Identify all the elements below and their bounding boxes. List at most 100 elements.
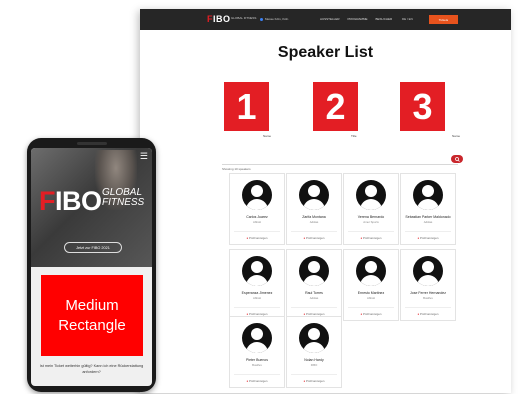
- speaker-company: Amer Sports: [363, 220, 379, 224]
- avatar-body: [360, 199, 382, 210]
- desktop-page: FIBO GLOBAL FITNESS Messe Köln, Köln AUS…: [140, 9, 511, 393]
- avatar-placeholder-icon: [299, 256, 329, 286]
- speaker-profile-link[interactable]: ● Profil anzeigen: [401, 312, 455, 316]
- card-divider: [234, 374, 280, 375]
- hero-cta-button[interactable]: Jetzt zur FIBO 2021: [64, 242, 122, 253]
- speaker-card[interactable]: Carlos Juarez Abbott ● Profil anzeigen: [229, 173, 285, 245]
- avatar-head: [422, 261, 434, 273]
- speaker-name: Verena Bernardo: [357, 215, 385, 219]
- search-button[interactable]: [451, 155, 463, 163]
- location-text: Messe Köln, Köln: [265, 17, 289, 21]
- speaker-profile-link[interactable]: ● Profil anzeigen: [344, 312, 398, 316]
- avatar-head: [422, 185, 434, 197]
- speaker-company: Adidas: [423, 220, 433, 224]
- nav-link-programme[interactable]: PROGRAMME: [348, 17, 368, 21]
- avatar-placeholder-icon: [299, 180, 329, 210]
- speaker-name: Pieter Buenos: [246, 358, 268, 362]
- avatar-body: [417, 275, 439, 286]
- speaker-name: Raul Torres: [305, 291, 323, 295]
- speaker-name: Carlos Juarez: [246, 215, 268, 219]
- avatar-head: [308, 185, 320, 197]
- results-count: Showing 10 speakers: [222, 167, 251, 171]
- avatar-body: [417, 199, 439, 210]
- speaker-card[interactable]: Nolan Hardy FIBO ● Profil anzeigen: [286, 316, 342, 388]
- fibo-logo[interactable]: FIBO: [207, 14, 231, 24]
- phone-logo-tagline: GLOBAL FITNESS: [102, 188, 144, 208]
- profile-link-text: Profil anzeigen: [419, 236, 439, 240]
- card-divider: [348, 231, 394, 232]
- speaker-company: FIBO: [310, 363, 318, 367]
- speaker-profile-link[interactable]: ● Profil anzeigen: [401, 236, 455, 240]
- featured-caption-2: Title: [351, 134, 357, 138]
- avatar-body: [360, 275, 382, 286]
- avatar-head: [251, 261, 263, 273]
- speaker-profile-link[interactable]: ● Profil anzeigen: [287, 236, 341, 240]
- speaker-company: Adidas: [309, 220, 319, 224]
- avatar-placeholder-icon: [413, 180, 443, 210]
- card-divider: [291, 231, 337, 232]
- speaker-card[interactable]: Raul Torres Adidas ● Profil anzeigen: [286, 249, 342, 321]
- speaker-name: Jose Ferrer Hernandez: [410, 291, 446, 295]
- page-title: Speaker List: [277, 44, 374, 61]
- speaker-company: Abbott: [252, 296, 262, 300]
- card-divider: [405, 307, 451, 308]
- speaker-profile-link[interactable]: ● Profil anzeigen: [344, 236, 398, 240]
- profile-link-text: Profil anzeigen: [248, 379, 268, 383]
- top-navigation: FIBO GLOBAL FITNESS Messe Köln, Köln AUS…: [140, 9, 511, 30]
- search-input[interactable]: [222, 159, 458, 165]
- profile-link-text: Profil anzeigen: [305, 379, 325, 383]
- speaker-profile-link[interactable]: ● Profil anzeigen: [230, 379, 284, 383]
- location-link[interactable]: Messe Köln, Köln: [260, 17, 288, 21]
- speaker-name: Nolan Hardy: [304, 358, 324, 362]
- featured-speaker-2[interactable]: 2: [313, 82, 358, 131]
- speaker-profile-link[interactable]: ● Profil anzeigen: [287, 379, 341, 383]
- medium-rectangle-ad[interactable]: Medium Rectangle: [41, 275, 143, 356]
- profile-link-text: Profil anzeigen: [419, 312, 439, 316]
- card-divider: [234, 231, 280, 232]
- avatar-head: [365, 261, 377, 273]
- ticket-button[interactable]: Tickets: [429, 15, 458, 24]
- ad-line-2: Rectangle: [58, 316, 126, 334]
- avatar-head: [365, 185, 377, 197]
- avatar-body: [303, 275, 325, 286]
- card-divider: [348, 307, 394, 308]
- avatar-body: [246, 199, 268, 210]
- profile-link-text: Profil anzeigen: [362, 312, 382, 316]
- avatar-placeholder-icon: [356, 256, 386, 286]
- speaker-name: Ernesto Martinez: [357, 291, 385, 295]
- speaker-company: Abbott: [252, 220, 262, 224]
- avatar-placeholder-icon: [356, 180, 386, 210]
- logo-subtitle: GLOBAL FITNESS: [231, 16, 257, 20]
- card-divider: [291, 307, 337, 308]
- speaker-card[interactable]: Zarifa Montana Adidas ● Profil anzeigen: [286, 173, 342, 245]
- speaker-name: Sebastian Parker Maldonado: [405, 215, 451, 219]
- speaker-profile-link[interactable]: ● Profil anzeigen: [230, 236, 284, 240]
- speaker-company: Bowflex: [252, 363, 262, 367]
- avatar-placeholder-icon: [299, 323, 329, 353]
- speaker-name: Zarifa Montana: [302, 215, 326, 219]
- faq-question[interactable]: Ist mein Ticket weiterhin gültig? Kann i…: [35, 363, 148, 376]
- language-switcher[interactable]: DE / EN: [402, 17, 413, 21]
- nav-link-besucher[interactable]: BESUCHER: [376, 17, 393, 21]
- ad-line-1: Medium: [65, 297, 119, 314]
- featured-speaker-3[interactable]: 3: [400, 82, 445, 131]
- phone-notch: [77, 142, 107, 145]
- nav-link-aussteller[interactable]: AUSSTELLER: [320, 17, 340, 21]
- avatar-placeholder-icon: [242, 180, 272, 210]
- featured-caption-1: Name: [263, 134, 272, 138]
- speaker-card[interactable]: Esperanza Jimenez Abbott ● Profil anzeigen: [229, 249, 285, 321]
- hamburger-menu-icon[interactable]: ☰: [140, 151, 148, 162]
- avatar-head: [251, 185, 263, 197]
- nav-links: AUSSTELLER PROGRAMME BESUCHER: [320, 17, 392, 21]
- profile-link-text: Profil anzeigen: [305, 236, 325, 240]
- hero-banner: ☰ FIBO GLOBAL FITNESS Jetzt zur FIBO 202…: [31, 148, 152, 267]
- avatar-body: [303, 342, 325, 353]
- speaker-card[interactable]: Sebastian Parker Maldonado Adidas ● Profil…: [400, 173, 456, 245]
- card-divider: [234, 307, 280, 308]
- speaker-card[interactable]: Ernesto Martinez Abbott ● Profil anzeigen: [343, 249, 399, 321]
- search-icon: [454, 156, 460, 162]
- speaker-card[interactable]: Verena Bernardo Amer Sports ● Profil anzei…: [343, 173, 399, 245]
- featured-speaker-1[interactable]: 1: [224, 82, 269, 131]
- speaker-card[interactable]: Pieter Buenos Bowflex ● Profil anzeigen: [229, 316, 285, 388]
- speaker-card[interactable]: Jose Ferrer Hernandez Bowflex ● Profil anz…: [400, 249, 456, 321]
